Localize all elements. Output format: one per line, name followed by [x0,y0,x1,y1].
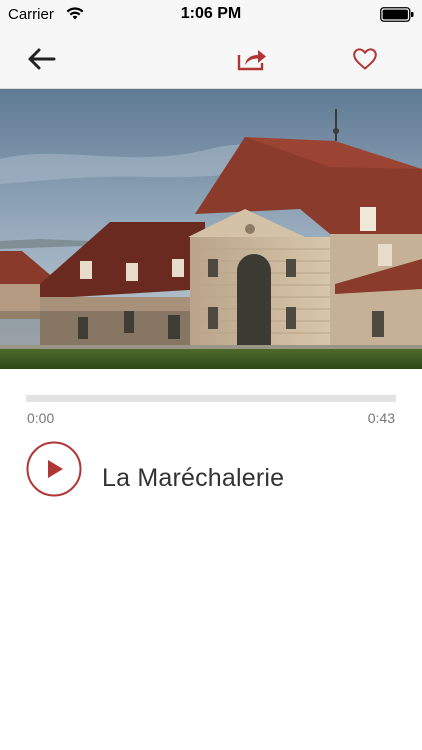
total-time: 0:43 [367,410,395,426]
progress-bar[interactable] [26,395,396,402]
battery-icon [380,7,414,22]
status-time: 1:06 PM [180,5,242,22]
current-time: 0:00 [27,410,55,426]
favorite-button[interactable] [348,42,382,76]
share-icon [237,50,266,71]
building-photo [0,89,422,369]
track-title: La Maréchalerie [102,464,285,492]
status-bar: Carrier 1:06 PM [0,0,422,30]
screen: Carrier 1:06 PM 0:00 0:43 La Maréchaleri… [0,0,422,750]
back-button[interactable] [24,42,58,76]
arrow-left-icon [28,48,56,70]
heart-outline-icon [353,48,377,70]
share-button[interactable] [235,42,269,76]
hero-image [0,89,422,369]
play-icon [26,441,82,497]
play-button[interactable] [26,441,82,497]
navigation-bar [0,30,422,89]
